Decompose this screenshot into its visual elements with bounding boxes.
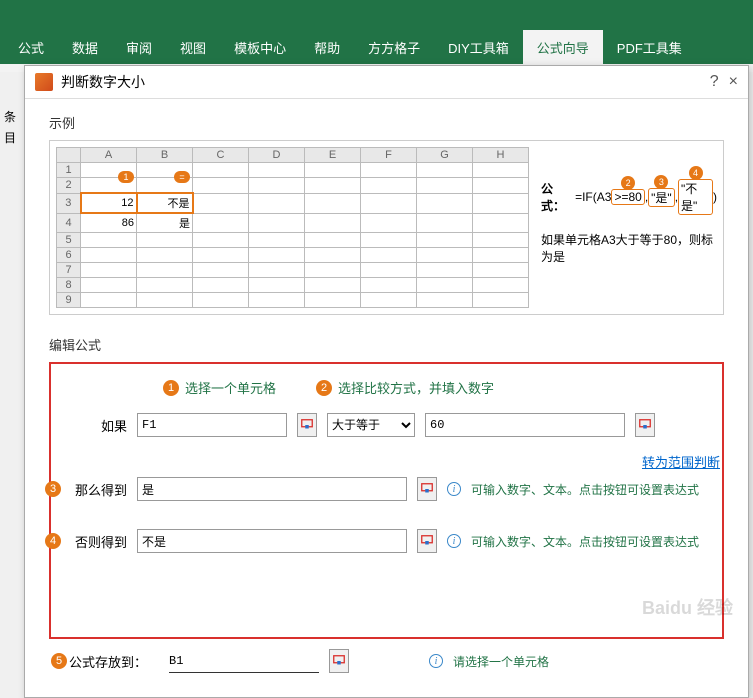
ribbon-tab-0[interactable]: 公式 [4, 30, 58, 64]
else-hint: 可输入数字、文本。点击按钮可设置表达式 [471, 533, 699, 550]
example-section-title: 示例 [49, 113, 724, 132]
ribbon-tab-9[interactable]: PDF工具集 [603, 30, 696, 64]
save-to-label: 公式存放到： [69, 652, 159, 671]
watermark: Baidu 经验 [642, 594, 733, 620]
save-to-input[interactable] [169, 649, 319, 673]
then-ref-button[interactable] [417, 477, 437, 501]
guide-2: 2选择比较方式，并填入数字 [316, 378, 494, 397]
help-button[interactable]: ? [710, 73, 719, 91]
info-icon: i [447, 534, 461, 548]
example-spreadsheet: ABCDEFGH121=312不是486是56789 [56, 147, 529, 308]
close-button[interactable]: × [729, 73, 738, 91]
info-icon: i [429, 654, 443, 668]
ribbon-tab-7[interactable]: DIY工具箱 [434, 30, 523, 64]
dialog-icon [35, 73, 53, 91]
info-icon: i [447, 482, 461, 496]
example-description: 如果单元格A3大于等于80，则标为是 [541, 231, 717, 265]
if-label: 如果 [67, 416, 127, 435]
threshold-ref-button[interactable] [635, 413, 655, 437]
operator-select[interactable]: 大于等于 [327, 413, 415, 437]
else-label: 否则得到 [67, 532, 127, 551]
threshold-input[interactable] [425, 413, 625, 437]
save-hint: 请选择一个单元格 [453, 653, 549, 670]
formula-wizard-dialog: 判断数字大小 ? × 示例 ABCDEFGH121=312不是486是56789… [24, 65, 749, 698]
ribbon-tab-6[interactable]: 方方格子 [354, 30, 434, 64]
then-label: 那么得到 [67, 480, 127, 499]
else-input[interactable] [137, 529, 407, 553]
range-judge-link[interactable]: 转为范围判断 [642, 452, 720, 471]
ribbon-tabs: 公式数据审阅视图模板中心帮助方方格子DIY工具箱公式向导PDF工具集 [0, 30, 696, 64]
ribbon-tab-5[interactable]: 帮助 [300, 30, 354, 64]
edit-section-title: 编辑公式 [49, 335, 724, 354]
ribbon-tab-4[interactable]: 模板中心 [220, 30, 300, 64]
guide-1: 1选择一个单元格 [163, 378, 276, 397]
cell-ref-button[interactable] [297, 413, 317, 437]
else-ref-button[interactable] [417, 529, 437, 553]
then-hint: 可输入数字、文本。点击按钮可设置表达式 [471, 481, 699, 498]
ribbon-tab-3[interactable]: 视图 [166, 30, 220, 64]
example-box: ABCDEFGH121=312不是486是56789 公式： =IF(A3 2>… [49, 140, 724, 315]
cell-input[interactable] [137, 413, 287, 437]
save-ref-button[interactable] [329, 649, 349, 673]
ribbon-tab-8[interactable]: 公式向导 [523, 30, 603, 64]
left-strip: 条 目 [0, 72, 22, 186]
then-input[interactable] [137, 477, 407, 501]
edit-formula-panel: 1选择一个单元格 2选择比较方式，并填入数字 如果 大于等于 3 那么得到 i … [49, 362, 724, 639]
ribbon-tab-2[interactable]: 审阅 [112, 30, 166, 64]
dialog-title: 判断数字大小 [61, 72, 710, 92]
ribbon-tab-1[interactable]: 数据 [58, 30, 112, 64]
example-formula: 公式： =IF(A3 2>=80 , 3"是" , 4"不是" ) [541, 179, 717, 215]
